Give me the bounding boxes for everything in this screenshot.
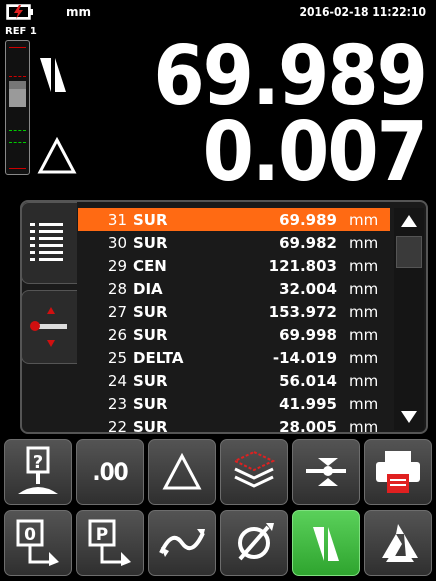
absolute-mode-button[interactable] — [292, 510, 360, 576]
scroll-thumb[interactable] — [396, 236, 422, 268]
zero-button[interactable]: 0 — [4, 510, 72, 576]
reference-indicator-bar — [5, 40, 30, 175]
zero-icon: 0 — [16, 519, 59, 566]
row-number: 27 — [107, 302, 127, 321]
preset-button[interactable]: P — [76, 510, 144, 576]
delta-icon — [162, 453, 202, 490]
list-row[interactable]: 23 SUR 41.995 mm — [78, 392, 390, 415]
row-value: -14.019 — [272, 348, 337, 367]
list-row[interactable]: 29 CEN 121.803 mm — [78, 254, 390, 277]
help-button[interactable]: ? — [4, 439, 72, 505]
row-value: 28.005 — [279, 417, 337, 436]
row-number: 28 — [107, 279, 127, 298]
row-type: SUR — [133, 302, 168, 321]
datetime: 2016-02-18 11:22:10 — [299, 5, 426, 19]
row-unit: mm — [349, 256, 379, 275]
calibrate-icon — [382, 524, 418, 562]
row-number: 23 — [107, 394, 127, 413]
layers-icon — [232, 450, 276, 488]
row-type: SUR — [133, 394, 168, 413]
row-value: 153.972 — [268, 302, 337, 321]
row-value: 69.989 — [279, 210, 337, 229]
status-bar: mm 2016-02-18 11:22:10 — [0, 0, 436, 26]
row-value: 69.998 — [279, 325, 337, 344]
list-row[interactable]: 24 SUR 56.014 mm — [78, 369, 390, 392]
list-row[interactable]: 31 SUR 69.989 mm — [78, 208, 390, 231]
row-number: 26 — [107, 325, 127, 344]
triangle-up-icon — [401, 215, 417, 227]
point-probe-icon — [30, 307, 67, 347]
svg-text:?: ? — [33, 452, 43, 473]
triangle-down-icon — [401, 411, 417, 423]
layers-button[interactable] — [220, 439, 288, 505]
secondary-value: 0.007 — [202, 105, 428, 200]
absolute-active-icon — [313, 527, 339, 561]
row-value: 69.982 — [279, 233, 337, 252]
list-row[interactable]: 28 DIA 32.004 mm — [78, 277, 390, 300]
decimals-label: .00 — [92, 458, 128, 486]
row-number: 25 — [107, 348, 127, 367]
incremental-delta-icon — [37, 137, 77, 174]
row-type: DIA — [133, 279, 163, 298]
row-value: 121.803 — [268, 256, 337, 275]
print-button[interactable] — [364, 439, 432, 505]
diameter-icon — [238, 523, 274, 561]
list-row[interactable]: 27 SUR 153.972 mm — [78, 300, 390, 323]
list-view-tab[interactable] — [21, 202, 77, 284]
list-view-icon — [30, 223, 63, 261]
wave-button[interactable] — [148, 510, 216, 576]
row-unit: mm — [349, 279, 379, 298]
absolute-mode-icon — [40, 58, 66, 92]
battery-icon — [6, 4, 33, 20]
row-type: SUR — [133, 325, 168, 344]
row-unit: mm — [349, 233, 379, 252]
row-unit: mm — [349, 325, 379, 344]
probe-target-button[interactable] — [292, 439, 360, 505]
diameter-button[interactable] — [220, 510, 288, 576]
svg-text:0: 0 — [24, 525, 36, 545]
printer-icon — [376, 451, 420, 493]
reference-label: REF 1 — [5, 26, 37, 37]
scroll-down-button[interactable] — [394, 404, 424, 430]
scroll-up-button[interactable] — [394, 208, 424, 234]
probe-target-icon — [306, 458, 346, 486]
wave-icon — [159, 529, 205, 557]
row-number: 29 — [107, 256, 127, 275]
decimals-button[interactable]: .00 — [76, 439, 144, 505]
delta-button[interactable] — [148, 439, 216, 505]
row-unit: mm — [349, 394, 379, 413]
row-unit: mm — [349, 210, 379, 229]
row-type: SUR — [133, 233, 168, 252]
measurement-list: 31 SUR 69.989 mm 30 SUR 69.982 mm 29 CEN 121.803 mm… — [78, 208, 390, 438]
row-unit: mm — [349, 348, 379, 367]
row-type: SUR — [133, 417, 168, 436]
list-row[interactable]: 25 DELTA -14.019 mm — [78, 346, 390, 369]
row-value: 32.004 — [279, 279, 337, 298]
row-number: 24 — [107, 371, 127, 390]
row-number: 31 — [107, 210, 127, 229]
list-scrollbar[interactable] — [394, 208, 424, 430]
row-value: 41.995 — [279, 394, 337, 413]
help-icon: ? — [18, 446, 58, 494]
row-number: 22 — [107, 417, 127, 436]
row-type: CEN — [133, 256, 167, 275]
list-row[interactable]: 22 SUR 28.005 mm — [78, 415, 390, 438]
row-type: SUR — [133, 371, 168, 390]
row-value: 56.014 — [279, 371, 337, 390]
list-row[interactable]: 30 SUR 69.982 mm — [78, 231, 390, 254]
svg-text:P: P — [96, 525, 108, 545]
row-type: SUR — [133, 210, 168, 229]
calibrate-button[interactable] — [364, 510, 432, 576]
unit-label: mm — [66, 5, 92, 19]
point-probe-tab[interactable] — [21, 290, 77, 364]
row-unit: mm — [349, 417, 379, 436]
row-type: DELTA — [133, 348, 184, 367]
row-number: 30 — [107, 233, 127, 252]
list-row[interactable]: 26 SUR 69.998 mm — [78, 323, 390, 346]
row-unit: mm — [349, 371, 379, 390]
preset-icon: P — [88, 519, 131, 566]
row-unit: mm — [349, 302, 379, 321]
